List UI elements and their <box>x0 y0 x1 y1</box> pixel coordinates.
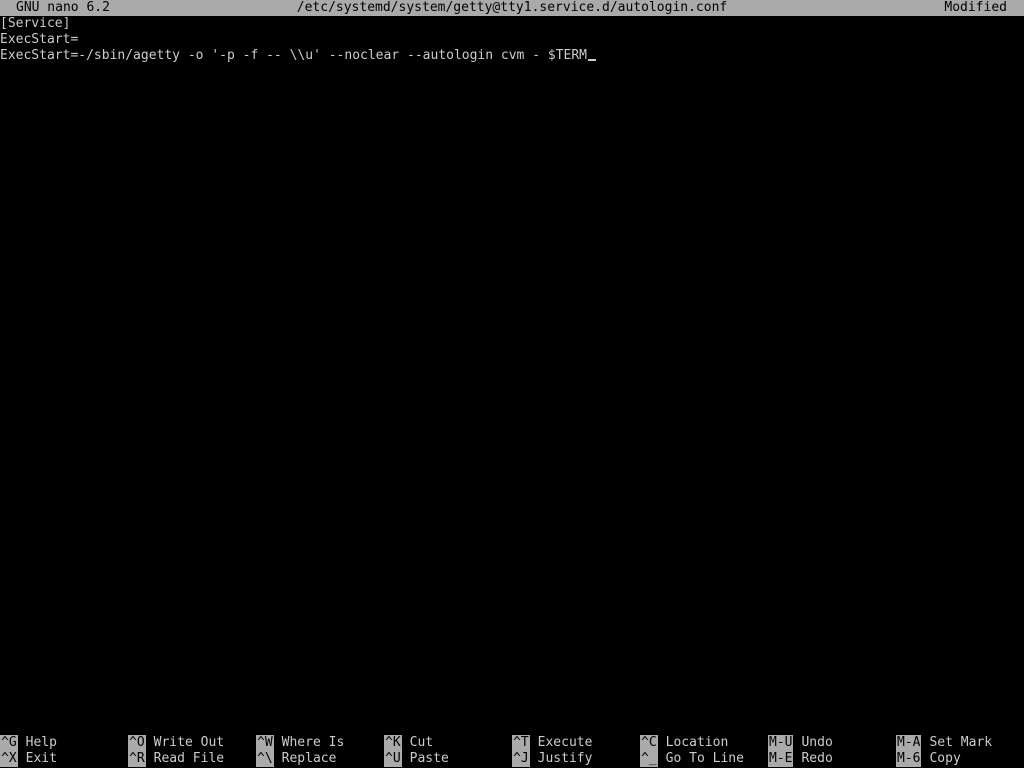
nano-title-bar: /etc/systemd/system/getty@tty1.service.d… <box>0 0 1024 16</box>
text-editor-area[interactable]: [Service] ExecStart= ExecStart=-/sbin/ag… <box>0 16 1024 734</box>
shortcut-key: ^G <box>0 735 18 751</box>
shortcut-copy[interactable]: M-6 Copy <box>896 751 961 767</box>
shortcut-set-mark[interactable]: M-A Set Mark <box>896 735 992 751</box>
shortcut-row-bottom: ^X Exit ^R Read File ^\ Replace ^U Paste ^J J… <box>0 751 1024 767</box>
shortcut-label: Cut <box>409 735 434 750</box>
shortcut-label: Go To Line <box>665 751 744 766</box>
app-version: GNU nano 6.2 <box>16 0 110 15</box>
shortcut-key: ^K <box>384 735 402 751</box>
shortcut-label: Undo <box>801 735 833 750</box>
shortcut-paste[interactable]: ^U Paste <box>384 751 449 767</box>
shortcut-cut[interactable]: ^K Cut <box>384 735 433 751</box>
shortcut-exit[interactable]: ^X Exit <box>0 751 57 767</box>
shortcut-key: ^\ <box>256 751 274 767</box>
buffer-line[interactable]: [Service] <box>0 16 1024 32</box>
shortcut-read-file[interactable]: ^R Read File <box>128 751 224 767</box>
text-cursor <box>588 59 596 61</box>
shortcut-execute[interactable]: ^T Execute <box>512 735 592 751</box>
shortcut-label: Paste <box>409 751 449 766</box>
shortcut-go-to-line[interactable]: ^_ Go To Line <box>640 751 744 767</box>
shortcut-help[interactable]: ^G Help <box>0 735 57 751</box>
shortcut-row-top: ^G Help ^O Write Out ^W Where Is ^K Cut ^T Ex… <box>0 735 1024 751</box>
shortcut-key: ^R <box>128 751 146 767</box>
shortcut-label: Replace <box>281 751 337 766</box>
shortcut-key: M-A <box>896 735 922 751</box>
shortcut-label: Redo <box>801 751 833 766</box>
shortcut-bar: ^G Help ^O Write Out ^W Where Is ^K Cut ^T Ex… <box>0 735 1024 767</box>
shortcut-key: M-6 <box>896 751 922 767</box>
shortcut-undo[interactable]: M-U Undo <box>768 735 833 751</box>
shortcut-label: Copy <box>929 751 961 766</box>
shortcut-label: Help <box>25 735 57 750</box>
shortcut-key: ^X <box>0 751 18 767</box>
shortcut-redo[interactable]: M-E Redo <box>768 751 833 767</box>
buffer-line[interactable]: ExecStart= <box>0 32 1024 48</box>
shortcut-key: ^W <box>256 735 274 751</box>
shortcut-where-is[interactable]: ^W Where Is <box>256 735 344 751</box>
shortcut-label: Exit <box>25 751 57 766</box>
shortcut-key: ^T <box>512 735 530 751</box>
shortcut-write-out[interactable]: ^O Write Out <box>128 735 224 751</box>
file-path: /etc/systemd/system/getty@tty1.service.d… <box>296 0 728 15</box>
shortcut-key: ^C <box>640 735 658 751</box>
shortcut-key: ^O <box>128 735 146 751</box>
buffer-line[interactable]: ExecStart=-/sbin/agetty -o '-p -f -- \\u… <box>0 48 1024 64</box>
shortcut-key: M-E <box>768 751 794 767</box>
shortcut-label: Location <box>665 735 729 750</box>
shortcut-replace[interactable]: ^\ Replace <box>256 751 336 767</box>
shortcut-label: Justify <box>537 751 593 766</box>
shortcut-key: ^_ <box>640 751 658 767</box>
shortcut-label: Read File <box>153 751 225 766</box>
shortcut-label: Set Mark <box>929 735 993 750</box>
shortcut-label: Execute <box>537 735 593 750</box>
shortcut-label: Write Out <box>153 735 225 750</box>
shortcut-justify[interactable]: ^J Justify <box>512 751 592 767</box>
shortcut-key: M-U <box>768 735 794 751</box>
modified-status: Modified <box>944 0 1007 15</box>
shortcut-key: ^J <box>512 751 530 767</box>
shortcut-key: ^U <box>384 751 402 767</box>
shortcut-location[interactable]: ^C Location <box>640 735 728 751</box>
shortcut-label: Where Is <box>281 735 345 750</box>
